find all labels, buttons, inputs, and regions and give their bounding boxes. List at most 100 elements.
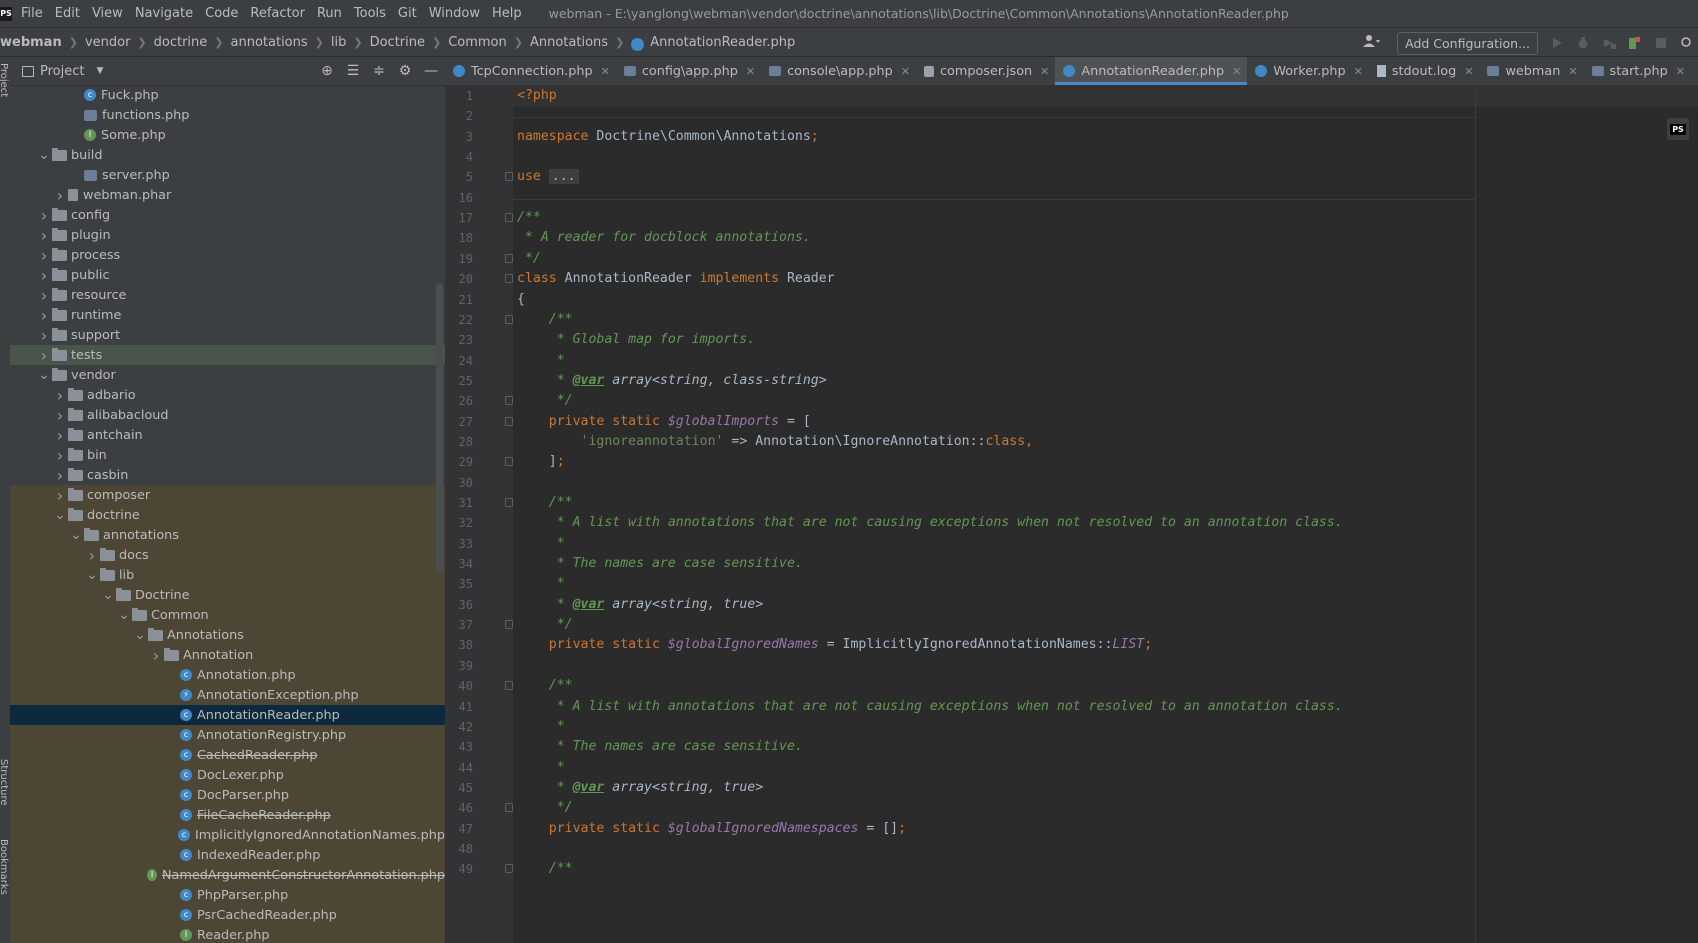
chevron-right-icon[interactable]: › [52,386,68,405]
tree-item[interactable]: › adbario [10,385,445,405]
structure-tool-window-button[interactable]: Structure [0,759,9,806]
breadcrumb-item[interactable]: lib [331,35,346,50]
menu-git[interactable]: Git [397,6,418,21]
menu-refactor[interactable]: Refactor [249,6,306,21]
fold-marker-icon[interactable] [505,253,513,263]
fold-marker-icon[interactable] [505,620,513,630]
close-icon[interactable]: ✕ [746,65,755,78]
expand-all-icon[interactable]: ☰ [345,63,361,79]
locate-file-icon[interactable]: ⊕ [319,63,335,79]
chevron-right-icon[interactable]: › [84,546,100,565]
tree-item[interactable]: ⌄ doctrine [10,505,445,525]
tree-item[interactable]: ⚡ AnnotationException.php [10,685,445,705]
close-icon[interactable]: ✕ [901,65,910,78]
close-icon[interactable]: ✕ [1676,65,1685,78]
menu-view[interactable]: View [91,6,124,21]
breadcrumb-item[interactable]: doctrine [154,35,208,50]
chevron-right-icon[interactable]: › [36,206,52,225]
menu-help[interactable]: Help [491,6,523,21]
project-scrollbar[interactable] [436,283,443,573]
fold-marker-icon[interactable] [505,498,513,507]
editor-tab[interactable]: TcpConnection.php ✕ [445,57,616,85]
code-editor[interactable]: PS 1 <?php 2 3 namespace Doctrine\Common\Ann… [445,85,1698,943]
tree-item[interactable]: ⌄ Doctrine [10,585,445,605]
chevron-right-icon[interactable]: › [36,346,52,365]
chevron-down-icon[interactable]: ⌄ [84,568,100,582]
run-icon[interactable] [1550,36,1564,50]
tree-item[interactable]: › docs [10,545,445,565]
tree-item[interactable]: › runtime [10,305,445,325]
tree-item[interactable]: ⌄ build [10,145,445,165]
tree-item[interactable]: c CachedReader.php [10,745,445,765]
menu-code[interactable]: Code [204,6,239,21]
chevron-down-icon[interactable]: ⌄ [132,628,148,642]
tree-item[interactable]: c PhpParser.php [10,885,445,905]
menu-tools[interactable]: Tools [353,6,387,21]
close-icon[interactable]: ✕ [1232,65,1241,78]
close-icon[interactable]: ✕ [1568,65,1577,78]
editor-tab[interactable]: config\app.php ✕ [616,57,761,85]
tree-item[interactable]: I Reader.php [10,925,445,943]
chevron-right-icon[interactable]: › [36,246,52,265]
chevron-right-icon[interactable]: › [52,446,68,465]
breadcrumb-item[interactable]: vendor [85,35,130,50]
editor-tab[interactable]: start.php ✕ [1584,57,1691,85]
bookmarks-tool-window-button[interactable]: Bookmarks [0,839,9,895]
chevron-right-icon[interactable]: › [52,186,68,205]
user-icon[interactable] [1363,34,1381,52]
editor-tab[interactable]: composer.json ✕ [916,57,1055,85]
fold-marker-icon[interactable] [505,314,513,324]
chevron-down-icon[interactable]: ▼ [96,66,103,76]
tree-item[interactable]: c FileCacheReader.php [10,805,445,825]
breadcrumb-item[interactable]: webman [0,35,62,50]
tree-item[interactable]: c IndexedReader.php [10,845,445,865]
editor-tab[interactable]: console\app.php ✕ [761,57,916,85]
close-icon[interactable]: ✕ [1040,65,1049,78]
chevron-right-icon[interactable]: › [52,466,68,485]
breadcrumb-file[interactable]: AnnotationReader.php [650,35,795,50]
tree-item[interactable]: ⌄ annotations [10,525,445,545]
chevron-right-icon[interactable]: › [148,646,164,665]
tree-item[interactable]: c Fuck.php [10,85,445,105]
chevron-right-icon[interactable]: › [36,306,52,325]
tree-item[interactable]: › public [10,265,445,285]
hide-panel-icon[interactable]: — [423,63,439,79]
tree-item[interactable]: › alibabacloud [10,405,445,425]
chevron-right-icon[interactable]: › [36,326,52,345]
chevron-right-icon[interactable]: › [36,226,52,245]
editor-tab[interactable]: AnnotationReader.php ✕ [1055,57,1248,85]
fold-marker-icon[interactable] [505,864,513,874]
tree-item[interactable]: c DocLexer.php [10,765,445,785]
fold-marker-icon[interactable] [505,803,513,813]
chevron-down-icon[interactable]: ⌄ [52,508,68,522]
tree-item[interactable]: functions.php [10,105,445,125]
tree-item[interactable]: c AnnotationRegistry.php [10,725,445,745]
tree-item[interactable]: c AnnotationReader.php [10,705,445,725]
search-icon[interactable] [1680,36,1694,50]
close-icon[interactable]: ✕ [601,65,610,78]
tree-item[interactable]: c DocParser.php [10,785,445,805]
breadcrumb-item[interactable]: annotations [231,35,308,50]
tree-item[interactable]: c Annotation.php [10,665,445,685]
chevron-right-icon[interactable]: › [52,406,68,425]
chevron-right-icon[interactable]: › [52,486,68,505]
tree-item[interactable]: › webman.phar [10,185,445,205]
breadcrumb-item[interactable]: Doctrine [370,35,425,50]
tree-item[interactable]: ⌄ vendor [10,365,445,385]
project-view-title[interactable]: Project [40,64,84,79]
tree-item[interactable]: › composer [10,485,445,505]
chevron-down-icon[interactable]: ⌄ [36,368,52,382]
breadcrumb-item[interactable]: Common [448,35,507,50]
close-icon[interactable]: ✕ [1354,65,1363,78]
menu-file[interactable]: File [20,6,44,21]
add-configuration-button[interactable]: Add Configuration... [1397,31,1538,55]
tree-item[interactable]: › resource [10,285,445,305]
menu-edit[interactable]: Edit [54,6,81,21]
editor-tab[interactable]: Worker.php ✕ [1247,57,1369,85]
tree-item[interactable]: › antchain [10,425,445,445]
tree-item[interactable]: ⌄ Common [10,605,445,625]
tree-item[interactable]: ⌄ lib [10,565,445,585]
tree-item[interactable]: I Some.php [10,125,445,145]
collapse-all-icon[interactable]: ≑ [371,63,387,79]
fold-marker-icon[interactable] [505,416,513,426]
